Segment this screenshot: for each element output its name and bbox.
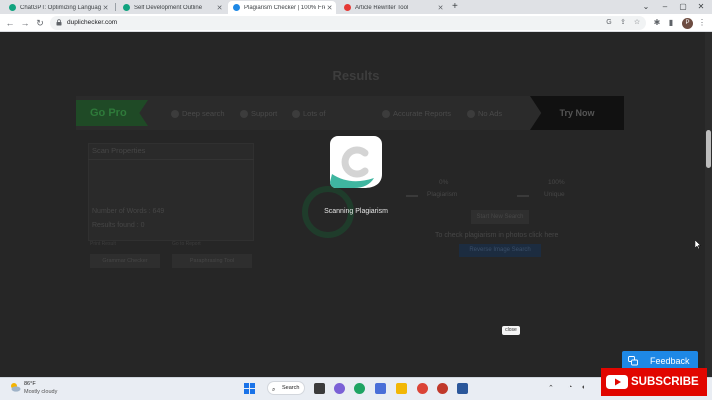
check-icon	[467, 109, 475, 118]
try-now-button[interactable]: Try Now	[530, 96, 624, 130]
grammar-checker-button[interactable]: Grammar Checker	[90, 254, 160, 268]
tab-title: Plagiarism Checker | 100% Free a	[244, 4, 325, 11]
weather-condition[interactable]: Mostly cloudy	[24, 389, 57, 395]
browser-tab-strip: ChatGPT: Optimizing Language M ✕ Self De…	[0, 0, 712, 14]
results-title: Results	[332, 68, 380, 83]
taskbar-search[interactable]: ⌕ Search	[267, 381, 305, 395]
tab-article-rewriter[interactable]: Article Rewriter Tool ✕	[339, 1, 447, 14]
word-icon[interactable]	[457, 383, 468, 394]
unique-label: Unique	[544, 191, 565, 198]
google-lens-icon[interactable]: G	[604, 18, 614, 28]
minimize-icon[interactable]: –	[656, 0, 674, 14]
chrome-icon[interactable]	[417, 383, 428, 394]
feature-support: Support	[240, 109, 277, 118]
task-view-icon[interactable]	[314, 383, 325, 394]
new-tab-icon[interactable]: +	[452, 1, 458, 12]
tab-title: ChatGPT: Optimizing Language M	[20, 4, 101, 11]
check-icon	[240, 109, 248, 118]
paraphrasing-tool-button[interactable]: Paraphrasing Tool	[172, 254, 252, 268]
profile-avatar[interactable]: P	[682, 18, 693, 29]
rewriter-favicon-icon	[344, 4, 351, 11]
lock-icon	[56, 19, 62, 26]
tab-close-icon[interactable]: ✕	[325, 4, 334, 12]
check-icon	[382, 109, 390, 118]
tab-close-icon[interactable]: ✕	[215, 4, 224, 12]
duplichecker-favicon-icon	[233, 4, 240, 11]
scanning-status-text: Scanning Plagiarism	[324, 208, 388, 215]
feedback-icon	[628, 356, 638, 366]
scan-properties-title: Scan Properties	[92, 146, 146, 155]
bookmark-star-icon[interactable]: ☆	[632, 18, 642, 28]
wifi-icon[interactable]: ◔	[568, 384, 572, 391]
tab-close-icon[interactable]: ✕	[436, 4, 445, 12]
taskbar-search-label: Search	[282, 385, 300, 391]
tab-close-icon[interactable]: ✕	[101, 4, 110, 12]
mouse-cursor-icon	[695, 240, 701, 249]
tab-plagiarism-checker[interactable]: Plagiarism Checker | 100% Free a ✕	[228, 1, 336, 14]
windows-start-icon[interactable]	[244, 383, 255, 394]
forward-arrow-icon[interactable]: →	[18, 16, 32, 30]
chatgpt-favicon-icon	[9, 4, 16, 11]
chatgpt-favicon-icon	[123, 4, 130, 11]
photo-check-text: To check plagiarism in photos click here	[435, 232, 559, 239]
close-button[interactable]: close	[502, 326, 520, 335]
duplichecker-logo-icon	[330, 136, 382, 188]
tab-title: Self Development Outline	[134, 4, 203, 11]
weather-temperature[interactable]: 86°F	[24, 381, 36, 387]
search-icon: ⌕	[272, 387, 276, 393]
edge-icon[interactable]	[354, 383, 365, 394]
results-found: Results found : 0	[92, 222, 145, 229]
extensions-puzzle-icon[interactable]: ✱	[651, 17, 663, 29]
chevron-down-icon[interactable]: ⌄	[637, 0, 655, 14]
chat-icon[interactable]	[334, 383, 345, 394]
feature-no-ads: No Ads	[467, 109, 502, 118]
check-icon	[171, 109, 179, 118]
window-close-icon[interactable]: ✕	[692, 0, 710, 14]
tab-title: Article Rewriter Tool	[355, 4, 409, 11]
more-menu-icon[interactable]: ⋮	[696, 17, 708, 29]
store-icon[interactable]	[375, 383, 386, 394]
back-arrow-icon[interactable]: ←	[3, 16, 17, 30]
share-label: Go to Report	[172, 241, 201, 247]
volume-icon[interactable]: ◖	[581, 384, 585, 391]
youtube-play-icon	[606, 375, 628, 389]
go-pro-badge[interactable]: Go Pro	[76, 100, 148, 126]
browser-toolbar: ← → ↻ duplichecker.com G ⇪ ☆ ✱ ▮ P ⋮	[0, 14, 712, 32]
reload-icon[interactable]: ↻	[33, 16, 47, 30]
address-bar[interactable]: duplichecker.com G ⇪ ☆	[50, 16, 646, 30]
cloud-icon	[11, 383, 21, 392]
unique-percent: 100%	[548, 179, 565, 186]
url-text: duplichecker.com	[67, 19, 118, 26]
feature-lots-of: Lots of	[292, 109, 326, 118]
check-icon	[292, 109, 300, 118]
feature-deep-search: Deep search	[171, 109, 225, 118]
feature-accurate-reports: Accurate Reports	[382, 109, 451, 118]
page-scrollbar[interactable]	[705, 32, 712, 377]
maximize-icon[interactable]: ▢	[674, 0, 692, 14]
tray-chevron-icon[interactable]: ⌃	[548, 384, 554, 392]
chrome-profile-icon[interactable]	[437, 383, 448, 394]
divider	[88, 159, 254, 160]
print-label: Print Result	[90, 241, 116, 247]
reverse-image-search-button[interactable]: Reverse Image Search	[459, 244, 541, 257]
tab-self-development[interactable]: Self Development Outline ✕	[118, 1, 226, 14]
plagiarism-label: Plagiarism	[427, 191, 458, 198]
scrollbar-thumb[interactable]	[706, 130, 711, 168]
share-icon[interactable]: ⇪	[618, 18, 628, 28]
tab-separator	[115, 3, 116, 11]
file-explorer-icon[interactable]	[396, 383, 407, 394]
unique-legend-swatch	[517, 195, 529, 197]
tab-chatgpt[interactable]: ChatGPT: Optimizing Language M ✕	[4, 1, 112, 14]
plagiarism-percent: 0%	[439, 179, 449, 186]
plagiarism-legend-swatch	[406, 195, 418, 197]
side-panel-icon[interactable]: ▮	[665, 17, 677, 29]
